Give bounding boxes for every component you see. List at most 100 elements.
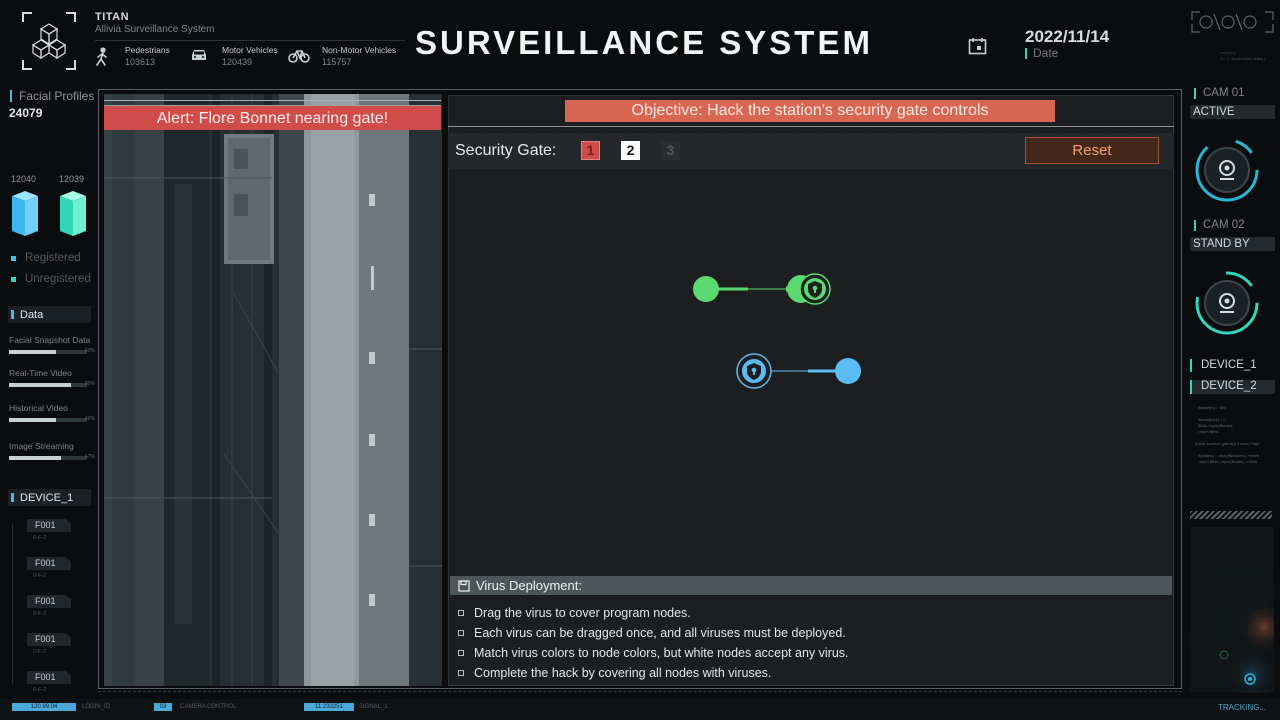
cam1-status: ACTIVE	[1190, 105, 1275, 119]
objective-banner: Objective: Hack the station's security g…	[565, 100, 1055, 122]
metric-real-time-video: Real-Time Video 80%	[9, 368, 95, 387]
divider	[95, 40, 405, 41]
legend-registered: Registered	[11, 252, 81, 264]
radar-graphic	[1190, 527, 1274, 693]
hatch-decoration	[1190, 511, 1272, 519]
stat-motor-vehicles: Motor Vehicles 120439	[222, 45, 278, 67]
instruction-text: Drag the virus to cover program nodes.	[474, 606, 691, 620]
device-tag[interactable]: F001	[27, 557, 71, 570]
camera-ring-icon[interactable]	[1194, 270, 1260, 336]
device-tag[interactable]: F001	[27, 633, 71, 646]
footer-label-2: CAMERA CONTROL	[180, 704, 237, 710]
stat-value: 103613	[125, 57, 156, 67]
metric-bar: 80%	[9, 381, 95, 387]
device-label: DEVICE_1	[20, 491, 74, 504]
instructions-title: Virus Deployment:	[476, 578, 582, 593]
right-device-1[interactable]: DEVICE_1	[1190, 359, 1257, 372]
instruction-item: Drag the virus to cover program nodes.	[458, 603, 849, 623]
instructions-list: Drag the virus to cover program nodes. E…	[458, 603, 849, 683]
stat-value: 115757	[322, 57, 352, 67]
footer-value-3: 11.233251	[304, 703, 354, 711]
instruction-item: Complete the hack by covering all nodes …	[458, 663, 849, 683]
registered-cube-icon	[12, 191, 38, 236]
decorative-hud-icon: return} fn = $stateGet($key)	[1191, 11, 1274, 61]
metric-facial-snapshot: Facial Snapshot Data 60%	[9, 335, 95, 354]
instruction-item: Each virus can be dragged once, and all …	[458, 623, 849, 643]
instruction-text: Each virus can be dragged once, and all …	[474, 626, 846, 640]
metric-label: Facial Snapshot Data	[9, 335, 91, 345]
stat-label: Non-Motor Vehicles	[322, 45, 397, 55]
brand-title: TITAN	[95, 11, 130, 23]
camera-ring-icon[interactable]	[1194, 137, 1260, 203]
legend-label: Registered	[25, 252, 81, 264]
aerial-train-station-image	[104, 94, 442, 686]
instruction-text: Match virus colors to node colors, but w…	[474, 646, 849, 660]
metric-fill	[9, 418, 56, 422]
brand-subtitle: Allivia Surveillance System	[95, 24, 215, 35]
cam2-status: STAND BY	[1190, 237, 1275, 251]
metric-label: Image Streaming	[9, 441, 74, 451]
unregistered-cube-icon	[60, 191, 86, 236]
device-tag[interactable]: F001	[27, 519, 71, 532]
unregistered-count: 12039	[59, 174, 85, 184]
facial-profiles-label: Facial Profiles	[10, 90, 94, 102]
bicycle-icon	[288, 50, 310, 63]
device-tag-sub: 0-F-2	[33, 535, 47, 541]
divider	[448, 126, 1174, 127]
code-snippet: $state[fn] = $fn; $state[fuzz] = 0; $thi…	[1195, 405, 1260, 464]
car-icon	[192, 50, 206, 60]
device-tag[interactable]: F001	[27, 595, 71, 608]
legend-unregistered: Unregistered	[11, 273, 91, 285]
alert-banner: Alert: Flore Bonnet nearing gate!	[104, 105, 441, 130]
metric-fill	[9, 456, 62, 460]
data-section-header: Data	[8, 306, 91, 323]
metric-bar: 60%	[9, 348, 95, 354]
cam1-label: CAM 01	[1194, 87, 1245, 99]
instruction-item: Match virus colors to node colors, but w…	[458, 643, 849, 663]
footer-label-1: LOGIN_ID	[82, 704, 111, 710]
radar-panel	[1190, 527, 1274, 693]
metric-percent: 60%	[84, 348, 95, 354]
device-section-header: DEVICE_1	[8, 489, 91, 506]
device-tag-sub: 0-F-2	[33, 649, 47, 655]
stat-pedestrians: Pedestrians 103613	[125, 45, 170, 67]
right-device-2[interactable]: DEVICE_2	[1190, 380, 1275, 394]
camera-feed	[104, 94, 442, 686]
gate-level-1[interactable]: 1	[581, 141, 600, 160]
svg-text:fn = $stateGet($key): fn = $stateGet($key)	[1220, 56, 1266, 61]
metric-fill	[9, 350, 56, 354]
pedestrian-icon	[96, 47, 107, 66]
footer-value-2: 03	[154, 703, 172, 711]
metric-percent: 60%	[84, 416, 95, 422]
date-value: 2022/11/14	[1025, 27, 1110, 46]
security-gate-label: Security Gate:	[455, 142, 557, 159]
metric-label: Real-Time Video	[9, 368, 72, 378]
stat-label: Motor Vehicles	[222, 45, 278, 55]
legend-swatch	[11, 276, 16, 282]
legend-swatch	[11, 255, 16, 261]
reset-button[interactable]: Reset	[1025, 137, 1159, 164]
metric-fill	[9, 383, 72, 387]
metric-bar: 67%	[9, 454, 95, 460]
footer-label-3: SIGNAL_1	[359, 704, 388, 710]
instruction-text: Complete the hack by covering all nodes …	[474, 666, 772, 680]
legend-label: Unregistered	[25, 273, 91, 285]
blue-virus[interactable]	[835, 358, 861, 384]
metric-percent: 80%	[84, 381, 95, 387]
svg-text:return}: return}	[1220, 50, 1236, 55]
metric-bar: 60%	[9, 416, 95, 422]
stat-label: Pedestrians	[125, 45, 170, 55]
metric-image-streaming: Image Streaming 67%	[9, 441, 95, 460]
gate-level-3[interactable]: 3	[661, 141, 680, 160]
stat-value: 120439	[222, 57, 253, 67]
device-tag-sub: 0-F-2	[33, 573, 47, 579]
metric-historical-video: Historical Video 60%	[9, 403, 95, 422]
puzzle-board	[693, 273, 861, 389]
tracking-status: TRACKING...	[1218, 703, 1267, 712]
device-tag[interactable]: F001	[27, 671, 71, 684]
green-virus[interactable]	[693, 276, 719, 302]
logo	[22, 12, 76, 70]
instructions-header: Virus Deployment:	[450, 576, 1172, 595]
gate-level-2[interactable]: 2	[621, 141, 640, 160]
device-tag-sub: 0-F-2	[33, 611, 47, 617]
